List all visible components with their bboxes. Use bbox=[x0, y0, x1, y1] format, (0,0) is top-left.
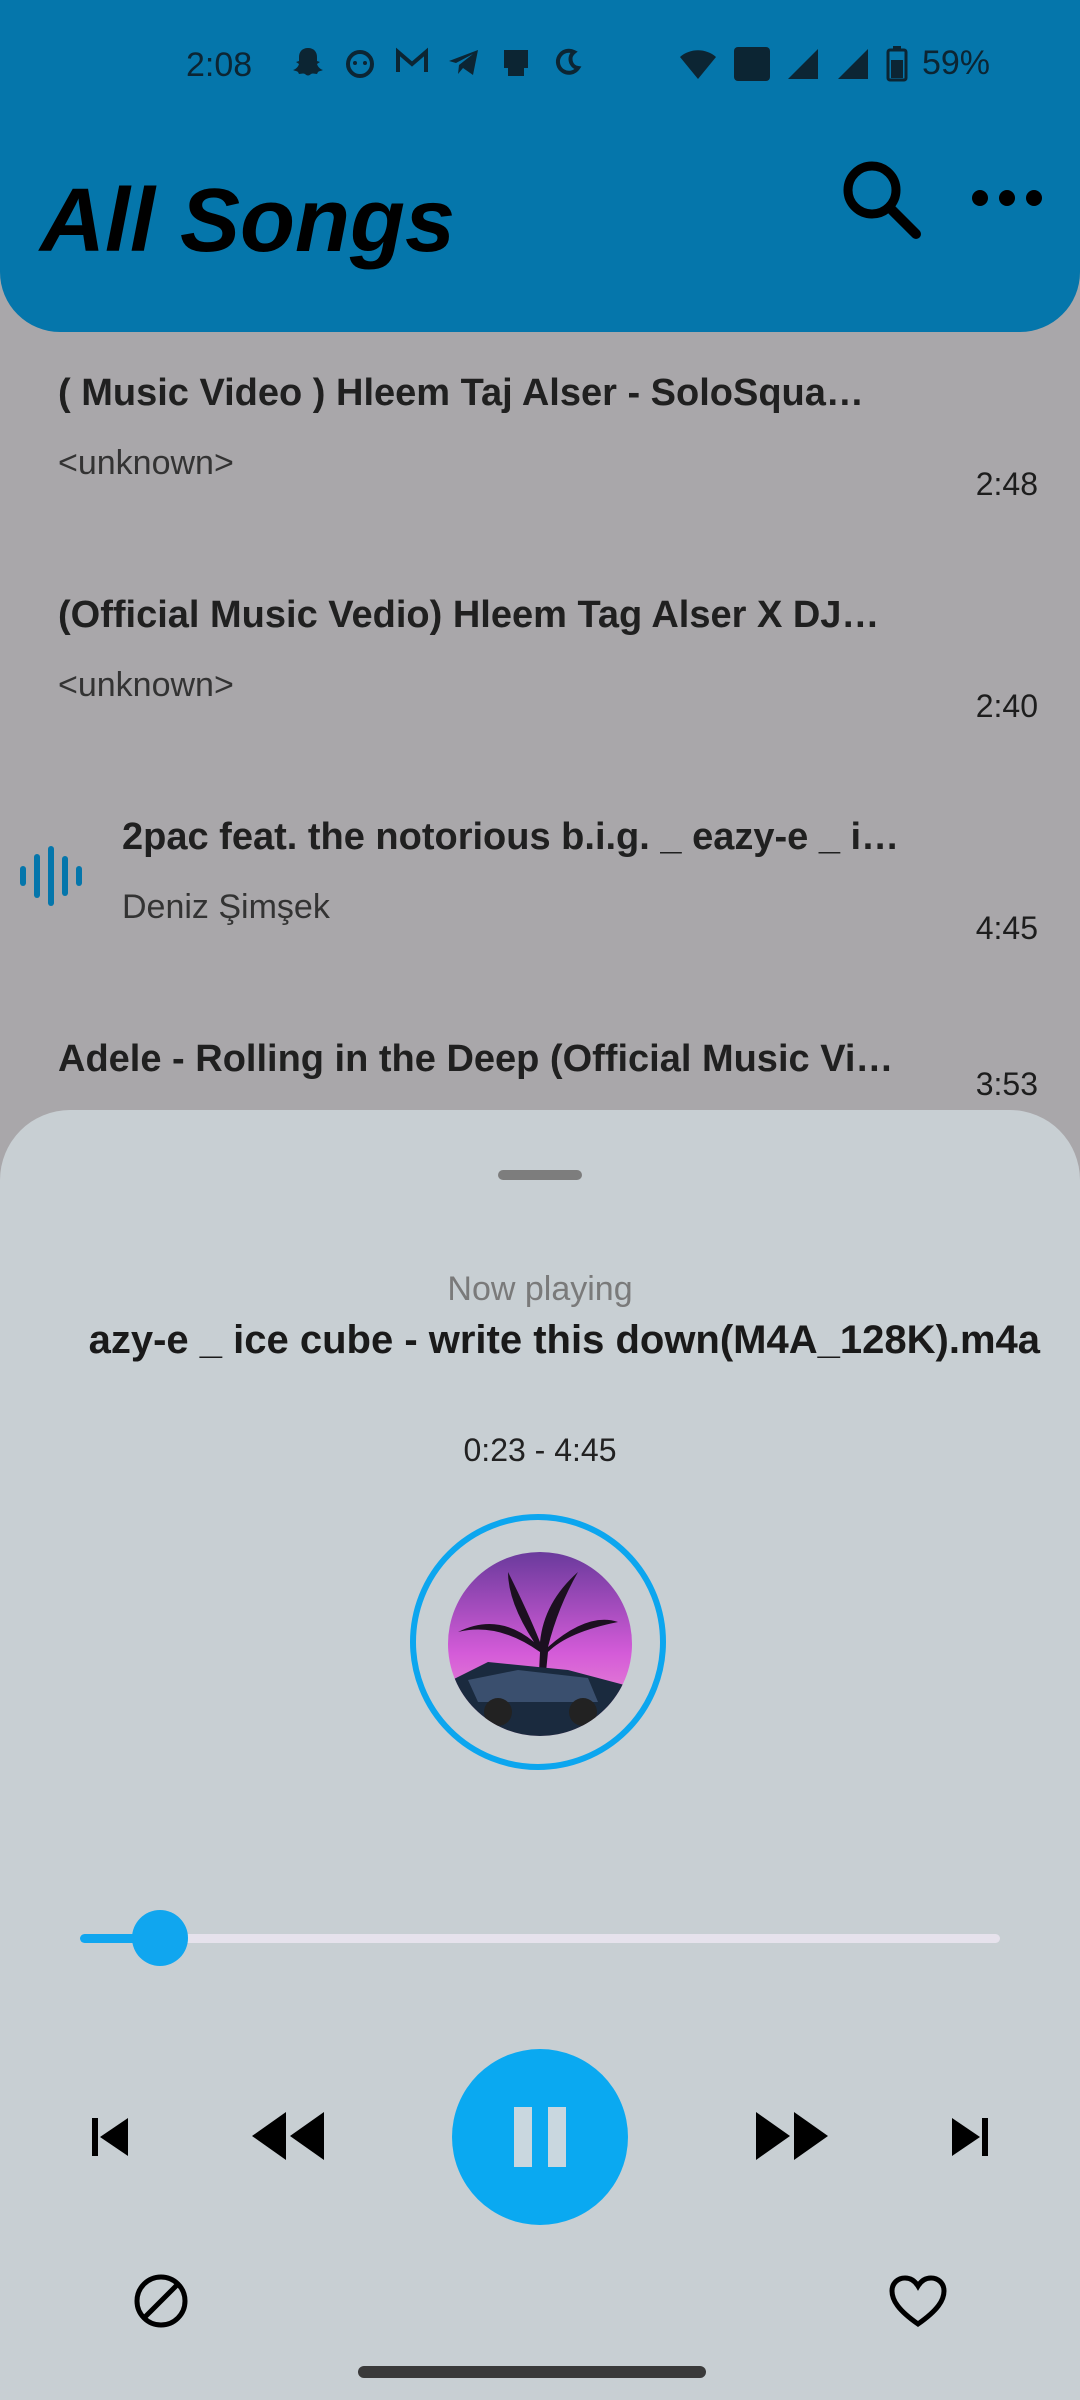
song-title: 2pac feat. the notorious b.i.g. _ eazy-e… bbox=[122, 816, 900, 858]
album-art[interactable] bbox=[448, 1552, 632, 1736]
status-time: 2:08 bbox=[186, 46, 253, 84]
song-artist: <unknown> bbox=[58, 666, 234, 704]
gmail-icon bbox=[396, 47, 428, 72]
wifi-icon bbox=[679, 49, 716, 79]
skip-next-icon[interactable] bbox=[948, 2112, 992, 2162]
search-icon[interactable] bbox=[838, 156, 922, 240]
song-title: Adele - Rolling in the Deep (Official Mu… bbox=[58, 1038, 894, 1080]
heart-outline-icon[interactable] bbox=[888, 2274, 948, 2330]
home-indicator[interactable] bbox=[358, 2366, 706, 2378]
time-range: 0:23 - 4:45 bbox=[463, 1432, 617, 1468]
page-title: All Songs bbox=[40, 171, 456, 271]
more-horizontal-icon[interactable] bbox=[970, 176, 1044, 220]
equalizer-icon bbox=[20, 846, 82, 906]
battery-percent: 59% bbox=[921, 44, 990, 82]
drag-handle[interactable] bbox=[498, 1170, 582, 1180]
block-icon[interactable] bbox=[132, 2272, 190, 2330]
snapchat-icon bbox=[293, 48, 323, 76]
song-title: (Official Music Vedio) Hleem Tag Alser X… bbox=[58, 594, 880, 636]
song-artist: <unknown> bbox=[58, 444, 234, 482]
volte-icon bbox=[733, 46, 770, 81]
progress-track[interactable] bbox=[80, 1934, 1000, 1943]
song-title: ( Music Video ) Hleem Taj Alser - SoloSq… bbox=[58, 372, 864, 414]
reddit-icon bbox=[346, 50, 374, 78]
fast-forward-icon[interactable] bbox=[754, 2108, 830, 2164]
song-duration: 2:40 bbox=[975, 688, 1038, 724]
now-playing-title: azy-e _ ice cube - write this down(M4A_1… bbox=[88, 1318, 1040, 1362]
now-playing-sheet[interactable]: Now playing azy-e _ ice cube - write thi… bbox=[0, 1110, 1080, 2400]
rewind-icon[interactable] bbox=[250, 2108, 326, 2164]
song-duration: 4:45 bbox=[975, 910, 1038, 946]
status-bar: 2:08 59% bbox=[0, 0, 1080, 130]
song-row-playing[interactable]: 2pac feat. the notorious b.i.g. _ eazy-e… bbox=[0, 816, 1080, 1016]
battery-icon bbox=[886, 45, 908, 81]
progress-thumb[interactable] bbox=[132, 1910, 189, 1966]
cast-icon bbox=[504, 50, 528, 76]
skip-previous-icon[interactable] bbox=[88, 2112, 132, 2162]
song-duration: 3:53 bbox=[975, 1066, 1038, 1102]
song-row[interactable]: ( Music Video ) Hleem Taj Alser - SoloSq… bbox=[0, 372, 1080, 572]
signal-icon bbox=[787, 48, 818, 79]
signal-icon bbox=[837, 48, 868, 79]
telegram-icon bbox=[449, 50, 478, 75]
pause-button[interactable] bbox=[452, 2049, 628, 2225]
song-duration: 2:48 bbox=[975, 466, 1038, 502]
song-row[interactable]: (Official Music Vedio) Hleem Tag Alser X… bbox=[0, 594, 1080, 794]
now-playing-label: Now playing bbox=[447, 1270, 633, 1308]
pause-icon bbox=[514, 2107, 566, 2167]
song-artist: Deniz Şimşek bbox=[122, 888, 330, 926]
moon-icon bbox=[556, 48, 582, 75]
